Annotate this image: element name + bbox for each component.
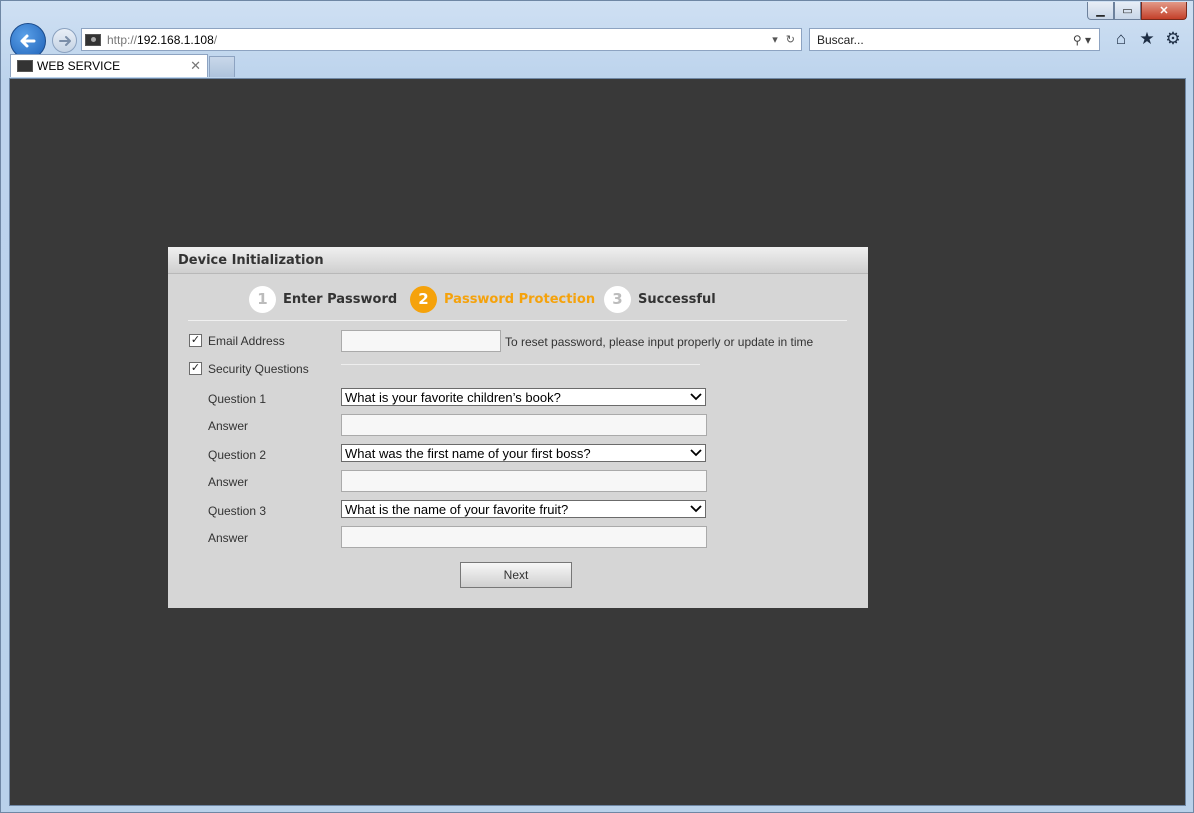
select-value: What is your favorite children’s book? <box>345 390 561 405</box>
refresh-icon[interactable]: ↻ <box>786 33 795 46</box>
question-label: Question 1 <box>208 392 267 406</box>
step-successful: 3 Successful <box>604 285 716 313</box>
step-password-protection: 2 Password Protection <box>410 285 595 313</box>
answer-label: Answer <box>208 531 249 545</box>
url-host: 192.168.1.108 <box>137 32 214 47</box>
star-icon[interactable]: ★ <box>1138 29 1156 49</box>
close-tab-icon[interactable]: ✕ <box>190 58 201 74</box>
question-row-2: Question 2 What was the first name of yo… <box>168 443 868 465</box>
dropdown-arrow-icon[interactable]: ▾ <box>772 33 778 46</box>
question-row-3: Question 3 What is the name of your favo… <box>168 499 868 521</box>
question-row-1: Question 1 What is your favorite childre… <box>168 387 868 409</box>
answer-2-field[interactable] <box>341 470 707 492</box>
security-questions-checkbox[interactable]: ✓ <box>189 362 202 375</box>
answer-1-field[interactable] <box>341 414 707 436</box>
email-field[interactable] <box>341 330 501 352</box>
browser-toolbar: ⌂ ★ ⚙ <box>1112 29 1182 49</box>
arrow-right-icon <box>58 35 71 46</box>
site-favicon-icon <box>85 33 101 46</box>
email-label: Email Address <box>208 334 285 348</box>
step-number: 3 <box>604 285 631 313</box>
question-2-select[interactable]: What was the first name of your first bo… <box>341 444 706 462</box>
answer-row-1: Answer <box>168 414 868 436</box>
answer-3-field[interactable] <box>341 526 707 548</box>
search-icon[interactable]: ⚲ ▾ <box>1073 33 1099 47</box>
url-protocol: http:// <box>107 32 138 47</box>
email-checkbox[interactable]: ✓ <box>189 334 202 347</box>
chevron-down-icon <box>690 444 702 465</box>
divider <box>341 364 700 365</box>
select-value: What was the first name of your first bo… <box>345 446 591 461</box>
security-questions-row: ✓ Security Questions <box>168 358 868 380</box>
wizard-steps: 1 Enter Password 2 Password Protection 3… <box>168 285 868 313</box>
tab-title: WEB SERVICE <box>37 59 121 73</box>
chevron-down-icon <box>690 388 702 409</box>
dialog-title: Device Initialization <box>168 247 868 274</box>
url-path: / <box>213 32 218 47</box>
window-controls: ▁ ▭ ✕ <box>1087 2 1187 20</box>
security-questions-label: Security Questions <box>208 362 309 376</box>
device-initialization-dialog: Device Initialization 1 Enter Password 2… <box>168 247 868 608</box>
forward-button[interactable] <box>52 28 77 53</box>
next-button[interactable]: Next <box>460 562 572 588</box>
new-tab-button[interactable] <box>209 56 235 77</box>
step-label: Enter Password <box>283 291 398 307</box>
tab-favicon-icon <box>17 60 33 72</box>
browser-window: ▁ ▭ ✕ http:// 192.168.1.108 / ▾ ↻ Buscar… <box>0 0 1194 813</box>
search-box[interactable]: Buscar... ⚲ ▾ <box>809 28 1100 51</box>
browser-tab[interactable]: WEB SERVICE ✕ <box>10 54 208 77</box>
email-hint: To reset password, please input properly… <box>505 335 814 349</box>
email-row: ✓ Email Address To reset password, pleas… <box>168 330 868 352</box>
step-enter-password: 1 Enter Password <box>249 285 397 313</box>
divider <box>188 320 847 321</box>
step-label: Password Protection <box>444 291 596 307</box>
step-number: 1 <box>249 285 276 313</box>
step-number: 2 <box>410 285 437 313</box>
question-label: Question 3 <box>208 504 267 518</box>
page-content: Device Initialization 1 Enter Password 2… <box>9 78 1186 806</box>
arrow-left-icon <box>20 34 36 48</box>
minimize-button[interactable]: ▁ <box>1087 2 1114 20</box>
answer-row-3: Answer <box>168 526 868 548</box>
address-tools: ▾ ↻ <box>772 33 801 46</box>
step-label: Successful <box>638 291 716 307</box>
search-placeholder: Buscar... <box>817 32 864 47</box>
answer-row-2: Answer <box>168 470 868 492</box>
question-1-select[interactable]: What is your favorite children’s book? <box>341 388 706 406</box>
chevron-down-icon <box>690 500 702 521</box>
answer-label: Answer <box>208 419 249 433</box>
question-3-select[interactable]: What is the name of your favorite fruit? <box>341 500 706 518</box>
select-value: What is the name of your favorite fruit? <box>345 502 569 517</box>
maximize-button[interactable]: ▭ <box>1114 2 1141 20</box>
gear-icon[interactable]: ⚙ <box>1164 29 1182 49</box>
question-label: Question 2 <box>208 448 267 462</box>
close-window-button[interactable]: ✕ <box>1141 2 1187 20</box>
answer-label: Answer <box>208 475 249 489</box>
address-bar[interactable]: http:// 192.168.1.108 / ▾ ↻ <box>81 28 802 51</box>
home-icon[interactable]: ⌂ <box>1112 29 1130 49</box>
